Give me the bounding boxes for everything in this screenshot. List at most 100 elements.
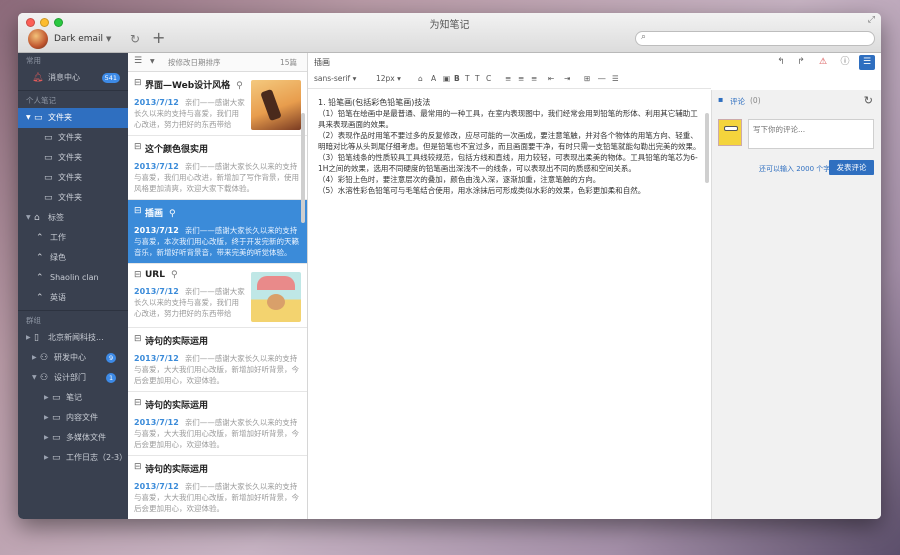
font-size-value: 12px [376,74,395,83]
sidebar-item-tag[interactable]: ⌃ 英语 [18,288,128,308]
search-input[interactable] [654,33,864,44]
font-family-select[interactable]: sans-serif ▾ [314,74,356,83]
note-date: 2013/7/12 [134,226,179,235]
expand-arrow-icon: ▼ [32,374,37,381]
sidebar-item-folder-root[interactable]: ▼ ▭ 文件夹 [18,108,128,128]
view-mode-icon[interactable]: ☰ [134,56,142,66]
sidebar-item-group-root[interactable]: ▶ ▯ 北京新闻科技... [18,328,128,348]
sidebar-item-tag[interactable]: ⌃ 绿色 [18,248,128,268]
italic-icon[interactable]: T [465,74,470,83]
submit-comment-button[interactable]: 发表评论 [829,160,874,175]
sync-icon[interactable]: ↻ [130,32,140,46]
note-item[interactable]: ⊟ 界面—Web设计风格 ⚲ 2013/7/12 亲们——感谢大家长久以来的支持与喜爱… [128,72,307,136]
refresh-icon[interactable]: ↻ [864,94,873,107]
fullscreen-icon[interactable]: ⤢ [868,15,875,25]
note-list-scrollbar[interactable] [301,113,305,223]
share-icon[interactable]: ⚠ [815,55,831,70]
group-badge: 9 [106,353,117,363]
sidebar-item-label: 消息中心 [48,73,80,82]
sidebar-item-tag[interactable]: ⌃ 工作 [18,228,128,248]
folder-icon: ▭ [52,433,61,443]
sidebar-item-folder[interactable]: ▭ 文件夹 [18,168,128,188]
sidebar-item-group[interactable]: ▼ ⚇ 设计部门 1 [18,368,128,388]
sidebar-item-tags[interactable]: ▼ ⌂ 标签 [18,208,128,228]
note-item[interactable]: ⊟ 诗句的实际运用 2013/7/12 亲们——感谢大家长久以来的支持与喜爱，大大我… [128,328,307,392]
sidebar-item-folder[interactable]: ▭ 文件夹 [18,148,128,168]
sidebar-item-messages[interactable]: 🔔︎ 消息中心 541 [18,68,128,88]
comment-toggle-icon[interactable]: ☰ [859,55,875,70]
sidebar-item-tag[interactable]: ⌃ Shaolin clan [18,268,128,288]
sidebar-item-label: Shaolin clan [50,273,99,282]
font-color-icon[interactable]: A [431,74,436,83]
comment-length-hint: 还可以输入 2000 个字 [759,165,831,173]
note-date: 2013/7/12 [134,162,179,171]
people-icon: ⚇ [40,353,49,363]
table-icon[interactable]: ⊞ [584,74,590,83]
note-date: 2013/7/12 [134,98,179,107]
sidebar-item-group[interactable]: ▶ ⚇ 研发中心 9 [18,348,128,368]
sidebar-item-group-folder[interactable]: ▶ ▭ 笔记 [18,388,128,408]
format-toolbar: sans-serif ▾ 12px ▾ ⌂ A ▣ B T T C ≡ ≡ ≡ … [308,72,711,89]
strikethrough-icon[interactable]: C [486,74,491,83]
align-left-icon[interactable]: ≡ [505,74,511,83]
note-date: 2013/7/12 [134,354,179,363]
redo-icon[interactable]: ↱ [793,55,809,70]
undo-icon[interactable]: ↰ [773,55,789,70]
bold-icon[interactable]: B [454,74,460,83]
sidebar-item-folder[interactable]: ▭ 文件夹 [18,128,128,148]
align-center-icon[interactable]: ≡ [518,74,524,83]
chevron-down-icon[interactable]: ▼ [150,58,155,65]
align-right-icon[interactable]: ≡ [531,74,537,83]
sidebar-item-group-folder[interactable]: ▶ ▭ 工作日志（2-3） [18,448,128,468]
note-title: 插画 [145,209,164,219]
note-icon: ⊟ [134,142,142,152]
format-brush-icon[interactable]: ⌂ [418,74,423,83]
sidebar-item-label: 工作日志（2-3） [66,453,128,462]
sidebar-item-folder[interactable]: ▭ 文件夹 [18,188,128,208]
sidebar-item-label: 文件夹 [58,193,82,202]
note-title-field[interactable]: 插画 [314,57,330,68]
sidebar-item-label: 英语 [50,293,66,302]
note-item[interactable]: ⊟ 这个颜色很实用 2013/7/12 亲们——感谢大家长久以来的支持与喜爱，我们用… [128,136,307,200]
font-size-select[interactable]: 12px ▾ [376,74,401,83]
note-date: 2013/7/12 [134,482,179,491]
note-item[interactable]: ⊟ URL ⚲ 2013/7/12 亲们——感谢大家长久以来的支持与喜爱，我们用心改进… [128,264,307,328]
unread-badge: 541 [101,73,120,83]
tag-icon: ⌃ [36,233,44,243]
horizontal-rule-icon[interactable]: ― [598,74,606,83]
sidebar-item-label: 文件夹 [58,153,82,162]
note-content[interactable]: 1. 铅笔画(包括彩色铅笔画)技法 （1）铅笔在绘画中是最普通、最常用的一种工具… [308,89,711,196]
search-field[interactable]: ⌕ [635,31,875,46]
username-label: Dark email [54,34,104,44]
note-item[interactable]: ⊟ 诗句的实际运用 2013/7/12 亲们——感谢大家长久以来的支持与喜爱，大大我… [128,392,307,456]
comments-count: (0) [750,96,761,105]
sidebar-item-label: 文件夹 [48,113,72,122]
comments-title: 评论 [730,97,745,106]
avatar[interactable] [28,29,48,49]
note-thumbnail [251,272,301,322]
underline-icon[interactable]: T [475,74,480,83]
note-icon: ⊟ [134,270,142,280]
commenter-avatar [718,119,742,146]
list-icon[interactable]: ☰ [612,74,619,83]
comment-input[interactable] [748,119,874,149]
note-date: 2013/7/12 [134,287,179,296]
note-item[interactable]: ⊟ 诗句的实际运用 2013/7/12 亲们——感谢大家长久以来的支持与喜爱，大大我… [128,456,307,519]
editor-scrollbar[interactable] [705,113,709,183]
sidebar-item-group-folder[interactable]: ▶ ▭ 多媒体文件 [18,428,128,448]
note-icon: ⊟ [134,398,142,408]
sidebar-item-label: 北京新闻科技... [48,333,104,342]
outdent-icon[interactable]: ⇤ [548,74,554,83]
folder-icon: ▭ [52,393,61,403]
indent-icon[interactable]: ⇥ [564,74,570,83]
sort-select[interactable]: 按修改日期排序 [168,57,221,68]
sidebar-item-label: 绿色 [50,253,66,262]
highlight-icon[interactable]: ▣ [443,74,450,83]
sidebar-item-group-folder[interactable]: ▶ ▭ 内容文件 [18,408,128,428]
content-paragraph: 1. 铅笔画(包括彩色铅笔画)技法 [318,98,431,107]
new-note-button[interactable]: + [152,28,165,47]
account-menu[interactable]: Dark email ▼ [54,34,111,44]
expand-arrow-icon: ▶ [44,434,49,441]
note-item-selected[interactable]: ⊟ 插画 ⚲ 2013/7/12 亲们——感谢大家长久以来的支持与喜爱，本次我们用心改… [128,200,307,264]
info-icon[interactable]: ⓘ [837,55,853,70]
